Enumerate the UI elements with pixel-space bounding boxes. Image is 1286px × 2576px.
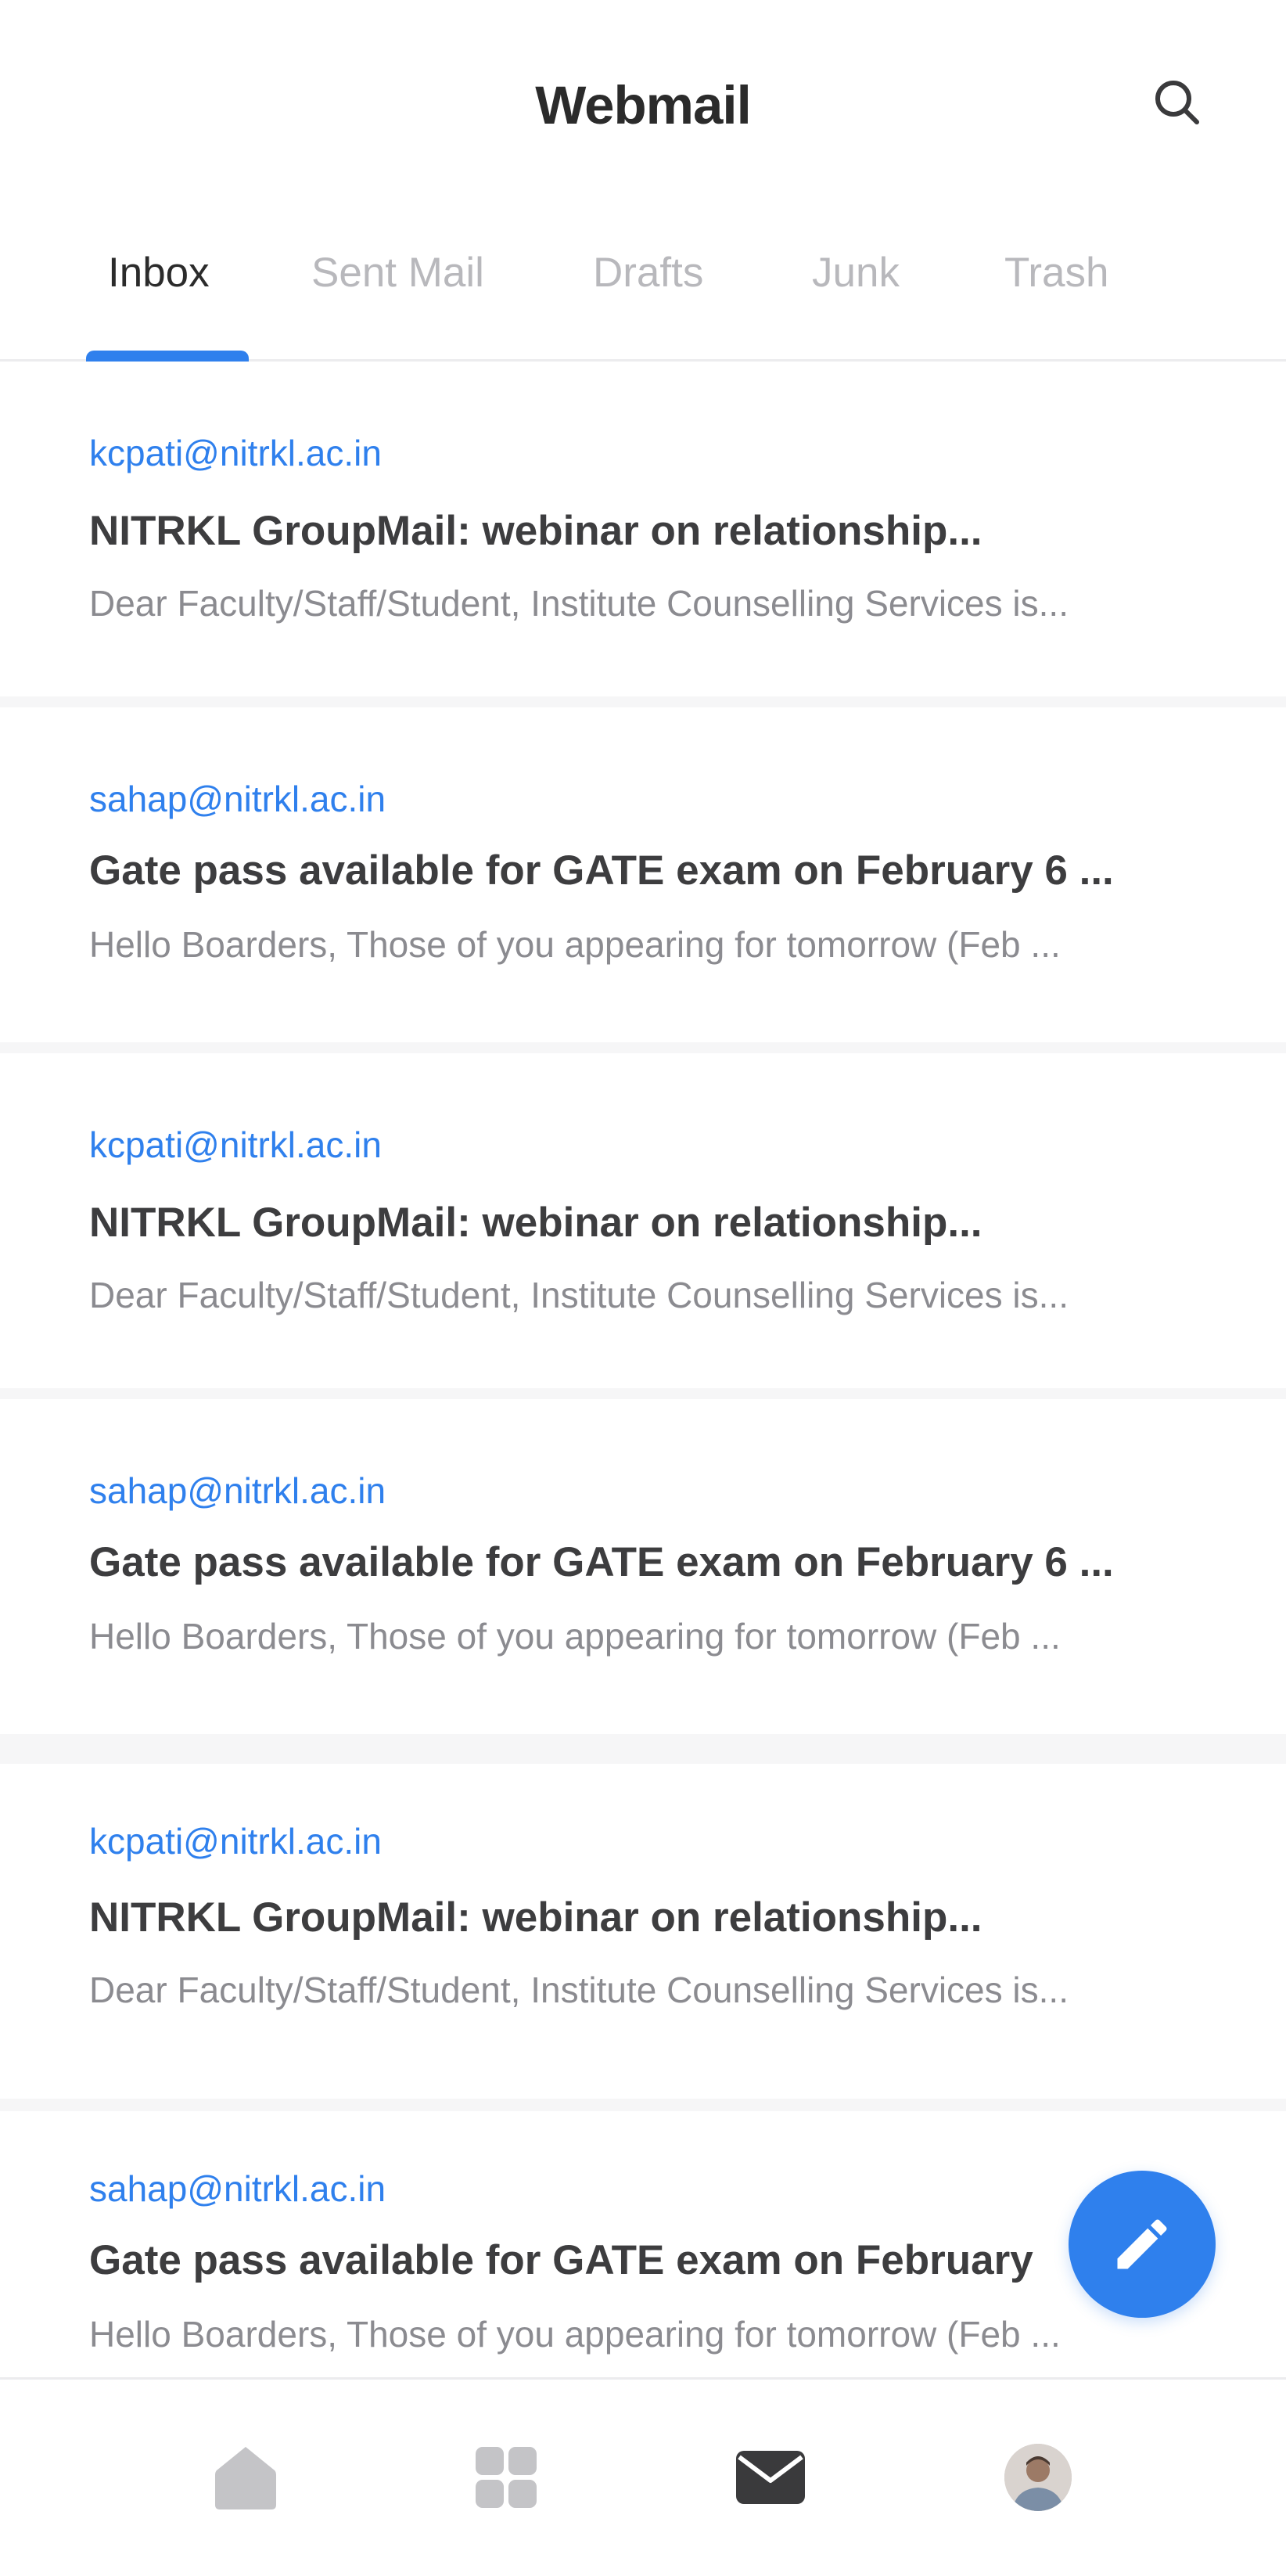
email-subject: Gate pass available for GATE exam on Feb… bbox=[89, 1539, 1114, 1585]
email-preview: Dear Faculty/Staff/Student, Institute Co… bbox=[89, 1275, 1069, 1315]
search-icon bbox=[1155, 81, 1199, 124]
email-subject: NITRKL GroupMail: webinar on relationshi… bbox=[89, 1894, 982, 1941]
email-subject: Gate pass available for GATE exam on Feb… bbox=[89, 2237, 1033, 2283]
tab-inbox[interactable]: Inbox bbox=[108, 249, 210, 297]
nav-apps[interactable] bbox=[463, 2434, 549, 2520]
nav-profile[interactable] bbox=[995, 2434, 1081, 2520]
email-preview: Dear Faculty/Staff/Student, Institute Co… bbox=[89, 1970, 1069, 2010]
tab-junk[interactable]: Junk bbox=[812, 249, 900, 297]
tab-trash[interactable]: Trash bbox=[1004, 249, 1109, 297]
email-sender: kcpati@nitrkl.ac.in bbox=[89, 1821, 382, 1862]
tab-drafts[interactable]: Drafts bbox=[593, 249, 703, 297]
email-subject: NITRKL GroupMail: webinar on relationshi… bbox=[89, 1200, 982, 1246]
search-button[interactable] bbox=[1145, 70, 1209, 135]
email-list-item[interactable]: kcpati@nitrkl.ac.in NITRKL GroupMail: we… bbox=[0, 1053, 1286, 1388]
email-preview: Hello Boarders, Those of you appearing f… bbox=[89, 1616, 1061, 1657]
grid-icon bbox=[476, 2447, 537, 2508]
compose-button[interactable] bbox=[1069, 2171, 1216, 2318]
tab-sent-mail[interactable]: Sent Mail bbox=[311, 249, 484, 297]
email-preview: Hello Boarders, Those of you appearing f… bbox=[89, 2314, 1061, 2355]
app-header: Webmail bbox=[0, 0, 1286, 203]
email-sender: sahap@nitrkl.ac.in bbox=[89, 779, 386, 819]
email-subject: NITRKL GroupMail: webinar on relationshi… bbox=[89, 508, 982, 554]
email-sender: kcpati@nitrkl.ac.in bbox=[89, 1124, 382, 1165]
bottom-navigation bbox=[0, 2377, 1286, 2576]
active-tab-indicator bbox=[86, 351, 249, 362]
email-sender: kcpati@nitrkl.ac.in bbox=[89, 433, 382, 473]
mail-icon bbox=[736, 2451, 805, 2504]
email-list-item[interactable]: sahap@nitrkl.ac.in Gate pass available f… bbox=[0, 707, 1286, 1042]
email-sender: sahap@nitrkl.ac.in bbox=[89, 1470, 386, 1511]
mailbox-tabs: Inbox Sent Mail Drafts Junk Trash bbox=[0, 203, 1286, 362]
nav-mail[interactable] bbox=[727, 2434, 814, 2520]
email-list-item[interactable]: sahap@nitrkl.ac.in Gate pass available f… bbox=[0, 1399, 1286, 1734]
pencil-icon bbox=[1117, 2219, 1167, 2269]
page-title: Webmail bbox=[535, 75, 751, 135]
nav-home[interactable] bbox=[203, 2434, 289, 2520]
email-preview: Dear Faculty/Staff/Student, Institute Co… bbox=[89, 583, 1069, 624]
email-list-item[interactable]: kcpati@nitrkl.ac.in NITRKL GroupMail: we… bbox=[0, 1764, 1286, 2099]
email-sender: sahap@nitrkl.ac.in bbox=[89, 2168, 386, 2209]
avatar bbox=[1004, 2444, 1072, 2511]
webmail-screen: Webmail Inbox Sent Mail Drafts Junk Tras… bbox=[0, 0, 1286, 2576]
home-icon bbox=[215, 2447, 276, 2509]
email-list-item[interactable]: kcpati@nitrkl.ac.in NITRKL GroupMail: we… bbox=[0, 362, 1286, 696]
email-preview: Hello Boarders, Those of you appearing f… bbox=[89, 924, 1061, 965]
email-subject: Gate pass available for GATE exam on Feb… bbox=[89, 847, 1114, 894]
